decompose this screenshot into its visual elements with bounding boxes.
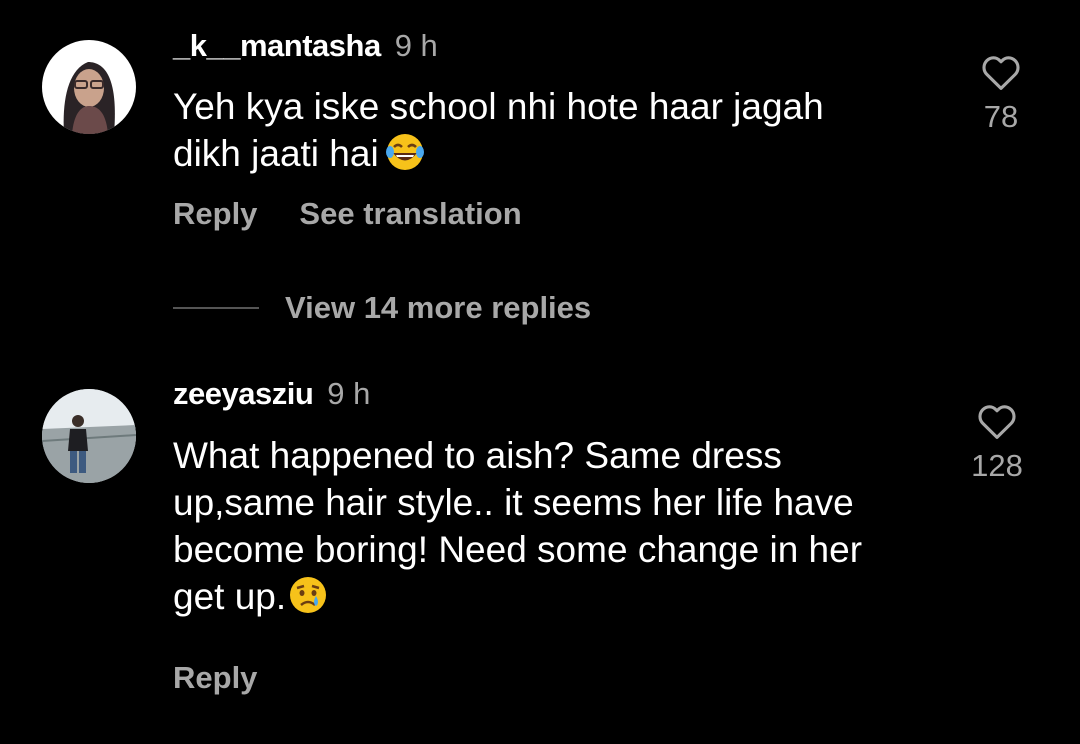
timestamp: 9 h — [327, 376, 371, 411]
view-more-replies-label[interactable]: View 14 more replies — [285, 290, 591, 326]
comment-text-line: What happened to aish? Same dress — [173, 435, 782, 476]
comment-text: What happened to aish? Same dress up,sam… — [173, 432, 933, 620]
username[interactable]: zeeyasziu — [173, 376, 314, 411]
comment-meta: _k__mantasha 9 h — [173, 26, 438, 66]
comment-meta: zeeyasziu 9 h — [173, 374, 370, 414]
avatar[interactable] — [42, 40, 136, 134]
divider-line — [173, 307, 259, 309]
heart-outline-icon[interactable] — [947, 402, 1047, 440]
comment-1: _k__mantasha 9 h Yeh kya iske school nhi … — [0, 0, 1080, 260]
tears-of-joy-emoji — [385, 132, 425, 172]
like-count: 78 — [983, 99, 1019, 134]
reply-button[interactable]: Reply — [173, 196, 257, 231]
like-column: 78 — [951, 53, 1051, 137]
comment-text-line: dikh jaati hai — [173, 130, 933, 177]
avatar[interactable] — [42, 389, 136, 483]
see-translation-button[interactable]: See translation — [299, 196, 521, 231]
view-more-replies[interactable]: View 14 more replies — [173, 288, 591, 328]
reply-button[interactable]: Reply — [173, 660, 257, 695]
timestamp: 9 h — [394, 28, 438, 63]
username[interactable]: _k__mantasha — [173, 28, 381, 63]
heart-outline-icon[interactable] — [951, 53, 1051, 91]
comment-text-line: Yeh kya iske school nhi hote haar jagah — [173, 86, 824, 127]
comment-text-line: get up. — [173, 573, 933, 620]
crying-face-emoji — [288, 575, 328, 615]
comment-actions: Reply — [173, 658, 257, 698]
comment-actions: Reply See translation — [173, 194, 522, 234]
like-column: 128 — [947, 402, 1047, 486]
comment-text-line: become boring! Need some change in her — [173, 529, 863, 570]
like-count: 128 — [971, 448, 1023, 483]
comment-text: Yeh kya iske school nhi hote haar jagah … — [173, 83, 933, 177]
comment-text-line: up,same hair style.. it seems her life h… — [173, 482, 854, 523]
